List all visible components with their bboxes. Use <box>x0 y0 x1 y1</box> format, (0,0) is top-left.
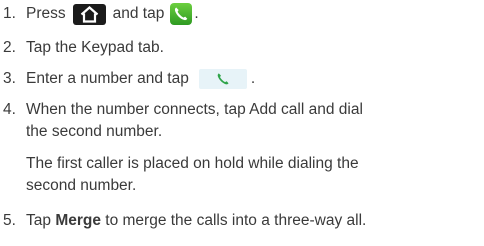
step-text: Press <box>26 5 66 22</box>
step-number: 3. <box>3 70 16 87</box>
merge-label: Merge <box>55 212 101 229</box>
step-number: 4. <box>3 101 16 118</box>
home-icon <box>72 3 106 25</box>
step-text: and tap <box>112 5 165 22</box>
step-4-continuation: the second number. <box>26 123 163 140</box>
step-text: to merge the calls into a three-way all. <box>105 212 367 229</box>
step-number: 2. <box>3 39 16 56</box>
step-4: 4. When the number connects, tap Add cal… <box>3 99 363 121</box>
step-4-note-line-2: second number. <box>26 177 137 194</box>
step-2: 2. Tap the Keypad tab. <box>3 37 164 59</box>
step-number: 1. <box>3 5 16 22</box>
step-text: When the number connects, tap Add call a… <box>26 101 363 118</box>
step-text: Enter a number and tap <box>26 70 189 87</box>
phone-app-icon <box>170 3 193 25</box>
step-4-note-line-1: The first caller is placed on hold while… <box>26 155 359 172</box>
call-button-icon <box>198 69 247 89</box>
step-3: 3. Enter a number and tap . <box>3 68 255 90</box>
step-1: 1. Press and tap . <box>3 3 199 25</box>
step-text: . <box>250 70 256 87</box>
step-text: Tap the Keypad tab. <box>26 39 164 56</box>
instruction-document: 1. Press and tap . 2. Tap the Keypad tab… <box>0 0 484 246</box>
step-5: 5. Tap Merge to merge the calls into a t… <box>3 210 366 232</box>
step-text: . <box>194 5 199 22</box>
step-text: Tap <box>26 212 51 229</box>
step-number: 5. <box>3 212 16 229</box>
